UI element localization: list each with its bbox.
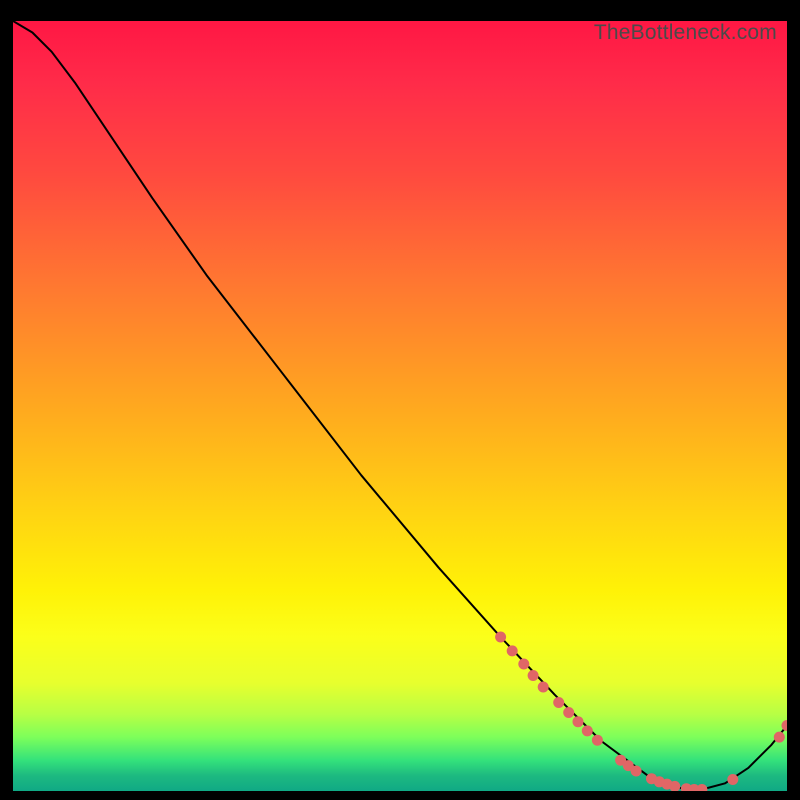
chart-stage: TheBottleneck.com [0,0,800,800]
bottleneck-curve [13,21,787,790]
plot-area: TheBottleneck.com [13,21,787,791]
data-point [538,682,549,693]
data-point [782,720,788,731]
data-point [528,670,539,681]
data-point [631,766,642,777]
data-point [518,659,529,670]
data-point [553,697,564,708]
chart-svg [13,21,787,791]
data-point [592,735,603,746]
data-point [507,645,518,656]
curve-markers [495,632,787,792]
data-point [563,707,574,718]
data-point [582,725,593,736]
data-point [573,716,584,727]
data-point [495,632,506,643]
data-point [774,732,785,743]
data-point [696,784,707,791]
data-point [727,774,738,785]
